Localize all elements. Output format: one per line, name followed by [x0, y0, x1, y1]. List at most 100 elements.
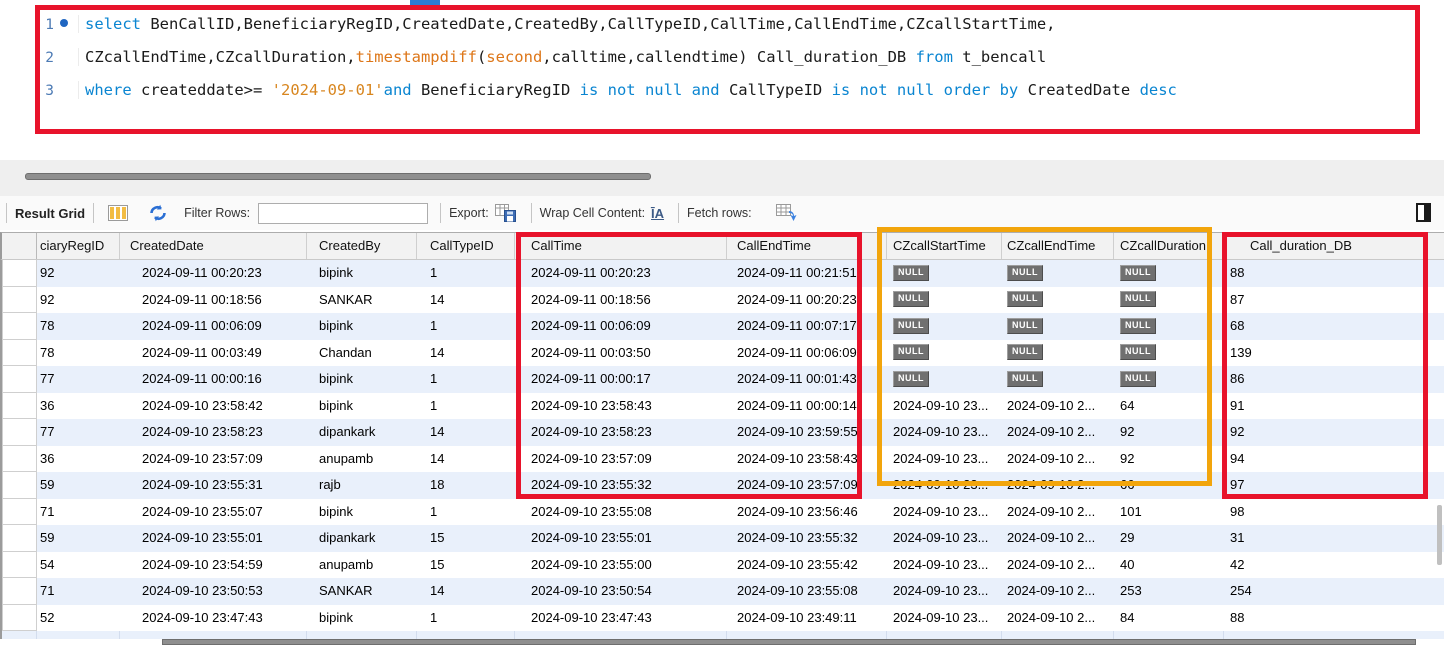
table-cell[interactable]: 84 — [1114, 605, 1224, 632]
table-cell[interactable]: 2024-09-10 23:54:59 — [120, 552, 307, 579]
wrap-cell-content-icon[interactable]: ĪA — [651, 206, 664, 221]
table-cell[interactable]: 2024-09-10 2... — [1002, 393, 1114, 420]
table-cell[interactable]: 92 — [37, 260, 120, 287]
table-row[interactable]: 592024-09-10 23:55:01dipankark152024-09-… — [2, 525, 1444, 552]
table-cell[interactable]: 2024-09-10 23:58:42 — [120, 393, 307, 420]
table-cell[interactable]: 2024-09-10 23... — [887, 393, 1002, 420]
table-cell[interactable]: SANKAR — [307, 578, 417, 605]
code-line[interactable]: 1select BenCallID,BeneficiaryRegID,Creat… — [0, 8, 1177, 41]
table-cell[interactable]: 2024-09-10 23:58:23 — [120, 419, 307, 446]
column-header[interactable]: CreatedBy — [307, 233, 417, 259]
sql-editor[interactable]: 1select BenCallID,BeneficiaryRegID,Creat… — [0, 0, 1444, 160]
table-cell[interactable]: 2024-09-10 23:50:54 — [515, 578, 727, 605]
table-cell[interactable]: 2024-09-11 00:20:23 — [727, 287, 887, 314]
row-selector[interactable] — [2, 446, 37, 473]
table-row[interactable]: 362024-09-10 23:57:09anupamb142024-09-10… — [2, 446, 1444, 473]
table-cell[interactable]: 2024-09-10 23... — [887, 525, 1002, 552]
table-cell[interactable]: 92 — [1114, 419, 1224, 446]
table-cell[interactable]: NULL — [1114, 313, 1224, 340]
table-cell[interactable]: 2024-09-10 2... — [1002, 552, 1114, 579]
table-cell[interactable]: 77 — [37, 366, 120, 393]
table-cell[interactable]: 2024-09-10 23:55:01 — [120, 525, 307, 552]
table-cell[interactable]: 14 — [417, 287, 515, 314]
table-cell[interactable]: 2024-09-11 00:03:50 — [515, 340, 727, 367]
table-cell[interactable]: 59 — [37, 472, 120, 499]
row-selector[interactable] — [2, 552, 37, 579]
table-cell[interactable]: NULL — [1114, 340, 1224, 367]
table-cell[interactable]: bipink — [307, 313, 417, 340]
line-number[interactable]: 2 — [0, 42, 54, 75]
table-cell[interactable]: 87 — [1224, 287, 1444, 314]
table-cell[interactable]: 101 — [1114, 499, 1224, 526]
row-selector[interactable] — [2, 419, 37, 446]
line-number[interactable]: 3 — [0, 75, 54, 108]
table-cell[interactable]: 2024-09-10 23... — [887, 605, 1002, 632]
table-cell[interactable]: 52 — [37, 605, 120, 632]
table-cell[interactable]: 14 — [417, 446, 515, 473]
grid-vscrollbar-thumb[interactable] — [1437, 505, 1442, 565]
column-header[interactable]: ciaryRegID — [37, 233, 120, 259]
table-cell[interactable]: 2024-09-10 23... — [887, 578, 1002, 605]
table-cell[interactable]: 2024-09-11 00:20:23 — [515, 260, 727, 287]
table-cell[interactable]: 66 — [1114, 472, 1224, 499]
row-selector[interactable] — [2, 393, 37, 420]
table-cell[interactable]: 2024-09-10 2... — [1002, 499, 1114, 526]
row-selector[interactable] — [2, 260, 37, 287]
column-header[interactable]: CZcallDuration — [1114, 233, 1224, 259]
row-selector[interactable] — [2, 313, 37, 340]
column-header[interactable]: CZcallEndTime — [1002, 233, 1114, 259]
table-cell[interactable]: NULL — [1114, 287, 1224, 314]
column-header[interactable]: CallTypeID — [417, 233, 515, 259]
table-row[interactable]: 362024-09-10 23:58:42bipink12024-09-10 2… — [2, 393, 1444, 420]
table-cell[interactable]: 2024-09-10 23... — [887, 472, 1002, 499]
column-header[interactable] — [2, 233, 37, 259]
table-cell[interactable]: 1 — [417, 499, 515, 526]
table-cell[interactable]: 88 — [1224, 605, 1444, 632]
table-cell[interactable]: bipink — [307, 393, 417, 420]
table-row[interactable]: 922024-09-11 00:18:56SANKAR142024-09-11 … — [2, 287, 1444, 314]
table-cell[interactable]: 14 — [417, 340, 515, 367]
fetch-rows-icon[interactable] — [776, 204, 800, 222]
table-row[interactable]: 712024-09-10 23:50:53SANKAR142024-09-10 … — [2, 578, 1444, 605]
table-cell[interactable]: 2024-09-10 23:57:09 — [727, 472, 887, 499]
table-cell[interactable]: NULL — [1002, 366, 1114, 393]
table-cell[interactable]: bipink — [307, 499, 417, 526]
table-cell[interactable]: NULL — [1002, 260, 1114, 287]
row-selector[interactable] — [2, 287, 37, 314]
table-cell[interactable]: 2024-09-11 00:01:43 — [727, 366, 887, 393]
table-cell[interactable]: 2024-09-10 23:55:32 — [515, 472, 727, 499]
table-cell[interactable]: NULL — [1002, 313, 1114, 340]
table-cell[interactable]: 2024-09-11 00:06:09 — [515, 313, 727, 340]
table-cell[interactable]: 14 — [417, 578, 515, 605]
table-cell[interactable]: 2024-09-11 00:18:56 — [120, 287, 307, 314]
column-header[interactable]: Call_duration_DB — [1224, 233, 1444, 259]
table-cell[interactable]: Chandan — [307, 340, 417, 367]
table-cell[interactable]: 97 — [1224, 472, 1444, 499]
table-cell[interactable]: 98 — [1224, 499, 1444, 526]
table-cell[interactable]: 36 — [37, 446, 120, 473]
table-cell[interactable]: 40 — [1114, 552, 1224, 579]
table-cell[interactable]: 31 — [1224, 525, 1444, 552]
table-cell[interactable]: 2024-09-10 2... — [1002, 472, 1114, 499]
table-cell[interactable]: 29 — [1114, 525, 1224, 552]
table-cell[interactable]: 2024-09-10 23:58:43 — [727, 446, 887, 473]
table-row[interactable]: 592024-09-10 23:55:31rajb182024-09-10 23… — [2, 472, 1444, 499]
side-panel-toggle-icon[interactable] — [1416, 203, 1432, 223]
table-cell[interactable]: 2024-09-11 00:00:14 — [727, 393, 887, 420]
line-number[interactable]: 1 — [0, 9, 54, 42]
table-cell[interactable]: NULL — [1114, 260, 1224, 287]
column-header[interactable]: CallEndTime — [727, 233, 887, 259]
table-cell[interactable]: 2024-09-10 23:55:08 — [727, 578, 887, 605]
table-cell[interactable]: 2024-09-10 23... — [887, 446, 1002, 473]
table-cell[interactable]: 78 — [37, 340, 120, 367]
table-cell[interactable]: 2024-09-10 2... — [1002, 419, 1114, 446]
table-cell[interactable]: 2024-09-10 23:55:31 — [120, 472, 307, 499]
table-cell[interactable]: 2024-09-10 23:56:46 — [727, 499, 887, 526]
table-cell[interactable]: NULL — [887, 260, 1002, 287]
table-row[interactable]: 782024-09-11 00:06:09bipink12024-09-11 0… — [2, 313, 1444, 340]
table-cell[interactable]: 92 — [1114, 446, 1224, 473]
column-header[interactable]: CreatedDate — [120, 233, 307, 259]
table-cell[interactable]: dipankark — [307, 525, 417, 552]
table-cell[interactable]: bipink — [307, 605, 417, 632]
row-selector[interactable] — [2, 578, 37, 605]
